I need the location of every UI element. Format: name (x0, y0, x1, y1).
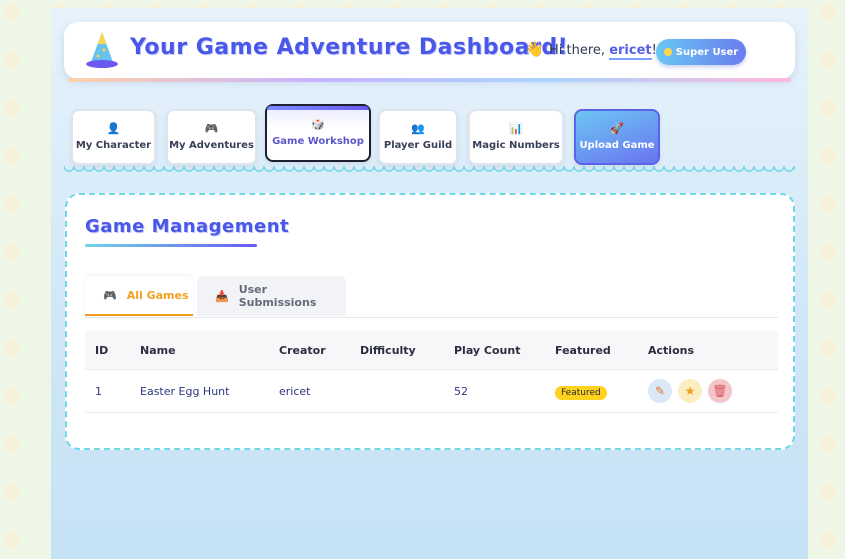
nav-magic-numbers[interactable]: 📊 Magic Numbers (468, 109, 564, 165)
cell-creator: ericet (279, 384, 311, 398)
star-icon[interactable]: ★ (678, 379, 702, 403)
greeting: Hi there, ericet! (549, 43, 657, 60)
nav-label: My Character (75, 140, 152, 151)
panel-title: Game Management (85, 216, 290, 237)
header-bar: Your Game Adventure Dashboard! 👋 Hi ther… (64, 22, 795, 82)
edit-icon[interactable]: ✎ (648, 379, 672, 403)
app-title: Your Game Adventure Dashboard! (130, 35, 569, 60)
gamepad-icon: 🎮 (103, 288, 117, 302)
app-container: Your Game Adventure Dashboard! 👋 Hi ther… (51, 8, 808, 559)
cell-id: 1 (95, 384, 102, 398)
cell-play-count: 52 (454, 384, 468, 398)
nav-label: Game Workshop (272, 136, 364, 147)
person-icon: 👤 (106, 122, 121, 135)
header-id[interactable]: ID (95, 344, 108, 357)
wizard-hat-icon (86, 32, 118, 68)
upload-game-button[interactable]: 🚀 Upload Game (574, 109, 660, 165)
inbox-icon: 📥 (215, 289, 229, 303)
wave-hand-icon: 👋 (525, 40, 544, 58)
rocket-icon: 🚀 (610, 122, 624, 135)
bar-chart-icon: 📊 (509, 122, 523, 135)
title-underline (85, 244, 257, 247)
username-link[interactable]: ericet (609, 43, 652, 60)
header-name[interactable]: Name (140, 344, 176, 357)
header-featured[interactable]: Featured (555, 344, 611, 357)
featured-badge: Featured (555, 385, 607, 400)
table-header: ID Name Creator Difficulty Play Count Fe… (85, 331, 778, 369)
scallop-divider (64, 166, 795, 176)
tab-label: All Games (126, 288, 189, 302)
role-badge: Super User (656, 39, 746, 65)
dice-icon: 🎲 (311, 118, 325, 131)
header-actions: Actions (648, 343, 694, 357)
star-icon (663, 48, 672, 56)
game-management-panel: Game Management 🎮 All Games 📥 User Submi… (65, 193, 795, 450)
header-creator[interactable]: Creator (279, 344, 326, 357)
tab-all-games[interactable]: 🎮 All Games (85, 276, 193, 316)
role-badge-label: Super User (675, 46, 739, 58)
nav-my-adventures[interactable]: 🎮 My Adventures (166, 109, 257, 165)
table-row: 1 Easter Egg Hunt ericet 52 Featured ✎ ★… (85, 369, 778, 413)
tab-label: User Submissions (238, 283, 317, 309)
delete-icon[interactable]: 🗑 (708, 379, 732, 403)
games-table: ID Name Creator Difficulty Play Count Fe… (85, 331, 778, 413)
group-icon: 👥 (411, 122, 425, 135)
tab-user-submissions[interactable]: 📥 User Submissions (197, 276, 346, 316)
nav-player-guild[interactable]: 👥 Player Guild (378, 109, 458, 165)
gamepad-icon: 🎮 (204, 122, 219, 135)
header-difficulty[interactable]: Difficulty (360, 344, 416, 357)
subtabs: 🎮 All Games 📥 User Submissions (85, 276, 778, 318)
header-play-count[interactable]: Play Count (454, 344, 520, 357)
nav-game-workshop[interactable]: 🎲 Game Workshop (265, 104, 371, 162)
nav-label: Magic Numbers (472, 140, 560, 151)
nav-label: My Adventures (169, 140, 254, 151)
nav-label: Upload Game (579, 140, 655, 151)
greeting-prefix: Hi there, (549, 43, 610, 58)
cell-name: Easter Egg Hunt (140, 384, 230, 398)
nav-label: Player Guild (383, 140, 453, 151)
nav-my-character[interactable]: 👤 My Character (71, 109, 156, 165)
cell-featured: Featured (555, 385, 607, 400)
cell-actions: ✎ ★ 🗑 (648, 379, 732, 403)
